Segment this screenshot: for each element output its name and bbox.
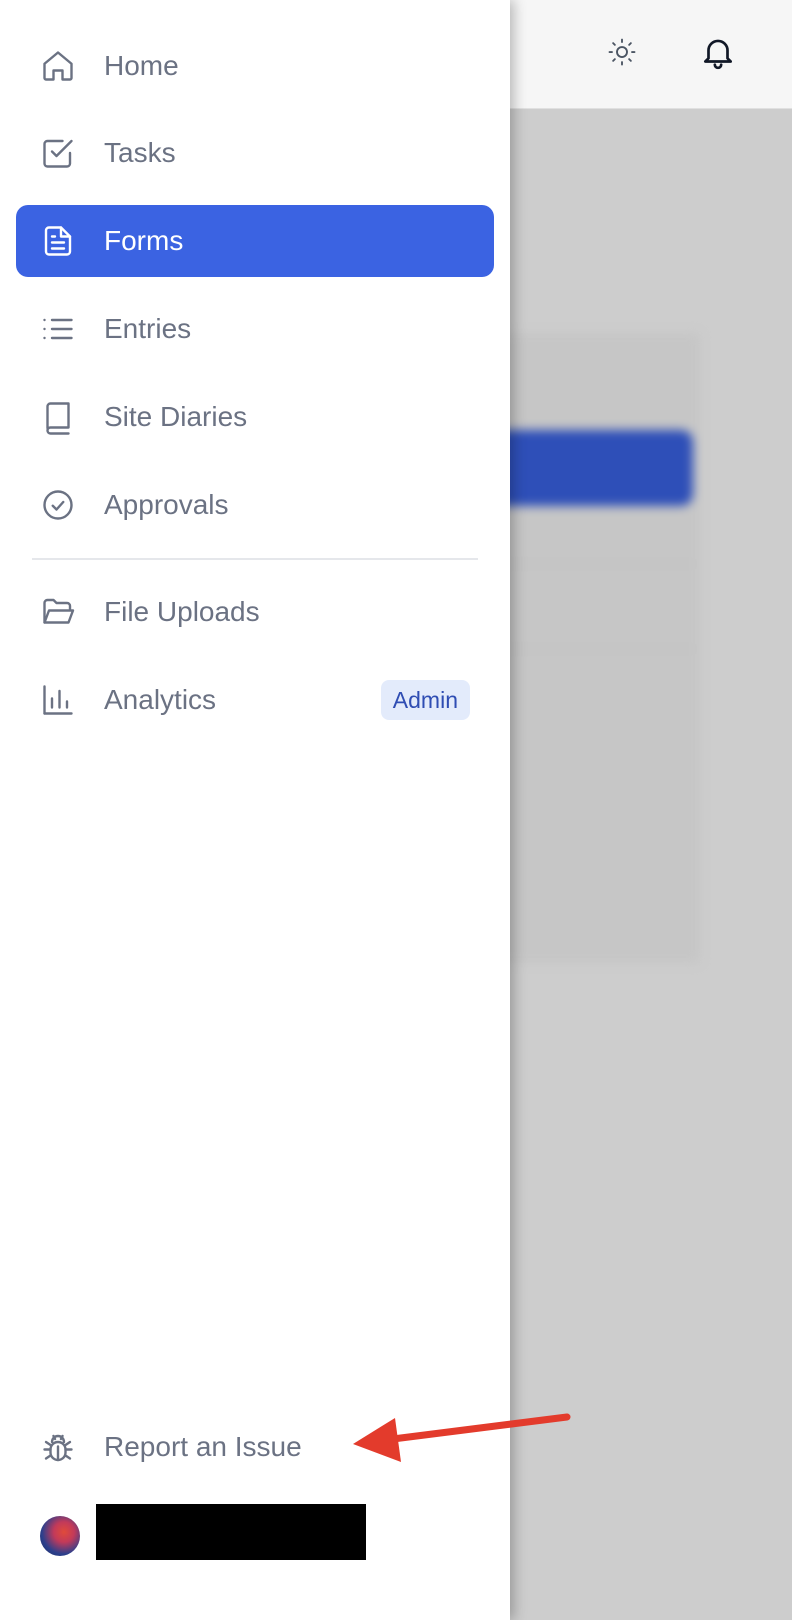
sidebar-item-entries[interactable]: Entries xyxy=(16,293,494,365)
sidebar-item-label: File Uploads xyxy=(104,596,260,627)
sidebar-item-label: Tasks xyxy=(104,137,176,168)
bell-icon xyxy=(703,39,733,70)
bar-chart-icon xyxy=(40,682,76,718)
report-issue-label: Report an Issue xyxy=(104,1431,302,1462)
sidebar-item-label: Site Diaries xyxy=(104,401,248,432)
user-name-redacted xyxy=(96,1504,366,1560)
sidebar-item-approvals[interactable]: Approvals xyxy=(16,469,494,541)
sidebar-item-site-diaries[interactable]: Site Diaries xyxy=(16,381,494,453)
annotation-arrow-icon xyxy=(353,1413,571,1462)
folder-open-icon xyxy=(40,594,76,630)
sidebar-drawer: Home Tasks Forms Entries Site Diaries Ap… xyxy=(0,0,510,1620)
admin-badge: Admin xyxy=(380,680,470,720)
sidebar-item-label: Home xyxy=(104,50,179,81)
check-circle-icon xyxy=(40,487,76,523)
sidebar-item-home[interactable]: Home xyxy=(16,30,494,102)
user-profile-row[interactable] xyxy=(16,1500,494,1570)
page: Home Tasks Forms Entries Site Diaries Ap… xyxy=(0,0,792,1620)
sidebar-item-analytics[interactable]: Analytics Admin xyxy=(16,664,494,736)
sidebar-item-label: Forms xyxy=(104,225,184,256)
list-icon xyxy=(40,311,76,347)
sidebar-item-label: Entries xyxy=(104,313,192,344)
book-icon xyxy=(40,399,76,435)
notifications-button[interactable] xyxy=(692,26,744,78)
sidebar-item-label: Analytics xyxy=(104,684,217,715)
sun-icon xyxy=(608,38,636,66)
document-icon xyxy=(40,223,76,259)
sidebar-divider xyxy=(32,558,478,560)
sidebar-item-file-uploads[interactable]: File Uploads xyxy=(16,576,494,648)
checkbox-icon xyxy=(40,135,76,171)
sidebar-item-label: Approvals xyxy=(104,489,229,520)
bug-icon xyxy=(40,1430,76,1466)
avatar xyxy=(40,1516,80,1556)
home-icon xyxy=(40,48,76,84)
sidebar-item-forms[interactable]: Forms xyxy=(16,205,494,277)
sidebar-item-tasks[interactable]: Tasks xyxy=(16,117,494,189)
theme-toggle-button[interactable] xyxy=(596,26,648,78)
